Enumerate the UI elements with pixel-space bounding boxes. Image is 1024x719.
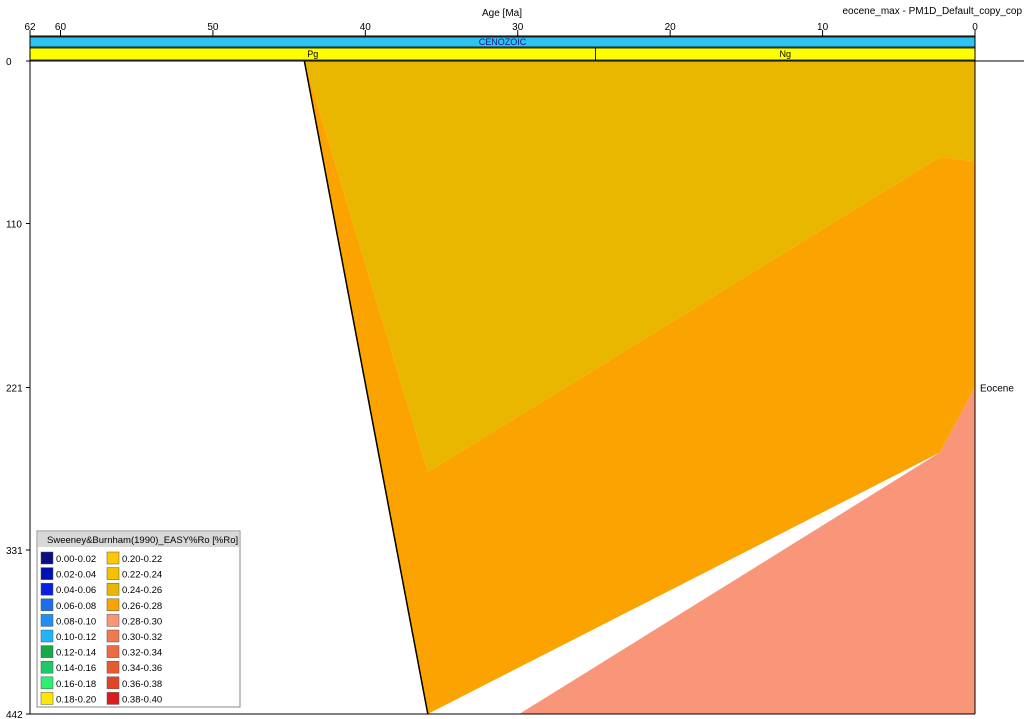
legend-label: 0.30-0.32	[122, 632, 162, 643]
legend-label: 0.08-0.10	[56, 616, 96, 627]
legend-swatch	[106, 676, 120, 690]
y-tick-label: 331	[6, 546, 23, 557]
legend-swatch	[40, 660, 54, 674]
legend-swatch	[40, 629, 54, 643]
legend-swatch	[40, 582, 54, 596]
legend-label: 0.36-0.38	[122, 679, 162, 690]
legend-swatch	[106, 551, 120, 565]
x-axis-ticks: 62 60 50 40 30 20 10 0	[24, 22, 978, 37]
legend: Sweeney&Burnham(1990)_EASY%Ro [%Ro] 0.00-…	[36, 530, 241, 708]
legend-label: 0.34-0.36	[122, 663, 162, 674]
legend-swatch	[40, 645, 54, 658]
y-tick-label: 110	[6, 220, 22, 231]
x-tick-label: 40	[360, 22, 372, 33]
y-tick-label: 442	[6, 710, 23, 719]
legend-swatch	[106, 582, 120, 596]
legend-label: 0.24-0.26	[122, 585, 162, 596]
legend-swatch	[106, 567, 120, 580]
legend-label: 0.02-0.04	[56, 570, 96, 581]
legend-label: 0.38-0.40	[122, 694, 162, 705]
y-tick-label: 0	[6, 57, 12, 68]
x-axis-title: Age [Ma]	[482, 8, 522, 19]
legend-swatch	[106, 598, 120, 612]
legend-swatch	[106, 629, 120, 643]
x-tick-label: 50	[207, 22, 219, 33]
legend-label: 0.14-0.16	[56, 663, 96, 674]
legend-label: 0.20-0.22	[122, 554, 162, 565]
legend-label: 0.06-0.08	[56, 601, 96, 612]
legend-label: 0.12-0.14	[56, 648, 96, 659]
legend-swatch	[40, 551, 54, 565]
era-label: CENOZOIC	[479, 37, 527, 47]
legend-label: 0.26-0.28	[122, 601, 162, 612]
burial-history-chart: eocene_max - PM1D_Default_copy_cop Age […	[6, 6, 1024, 719]
layer-labels: Eocene	[980, 384, 1014, 395]
legend-label: 0.18-0.20	[56, 694, 96, 705]
period-label: Ng	[779, 49, 791, 59]
x-tick-label: 10	[817, 22, 829, 33]
legend-swatch	[106, 692, 120, 705]
period-label: Pg	[307, 49, 318, 59]
chronostratigraphy-bands: CENOZOIC Pg Ng	[29, 36, 976, 61]
legend-swatch	[40, 567, 54, 580]
legend-label: 0.10-0.12	[56, 632, 96, 643]
legend-label: 0.22-0.24	[122, 570, 162, 581]
window-title: eocene_max - PM1D_Default_copy_cop	[842, 6, 1022, 17]
legend-label: 0.16-0.18	[56, 679, 96, 690]
legend-label: 0.28-0.30	[122, 616, 162, 627]
y-axis-ticks: 0 110 221 331 442	[6, 57, 30, 719]
legend-swatch	[40, 598, 54, 612]
legend-swatch	[106, 645, 120, 658]
y-tick-label: 221	[6, 384, 23, 395]
legend-swatch	[106, 660, 120, 674]
legend-label: 0.00-0.02	[56, 554, 96, 565]
layer-label: Eocene	[980, 384, 1014, 395]
legend-title: Sweeney&Burnham(1990)_EASY%Ro [%Ro]	[47, 535, 238, 546]
legend-label: 0.04-0.06	[56, 585, 96, 596]
x-tick-label: 30	[512, 22, 524, 33]
x-tick-label: 60	[55, 22, 67, 33]
legend-swatch	[40, 692, 54, 705]
legend-label: 0.32-0.34	[122, 648, 162, 659]
legend-swatch	[106, 614, 120, 627]
maturity-zones	[304, 61, 975, 714]
x-tick-label: 20	[665, 22, 677, 33]
legend-swatch	[40, 676, 54, 690]
legend-swatch	[40, 614, 54, 627]
